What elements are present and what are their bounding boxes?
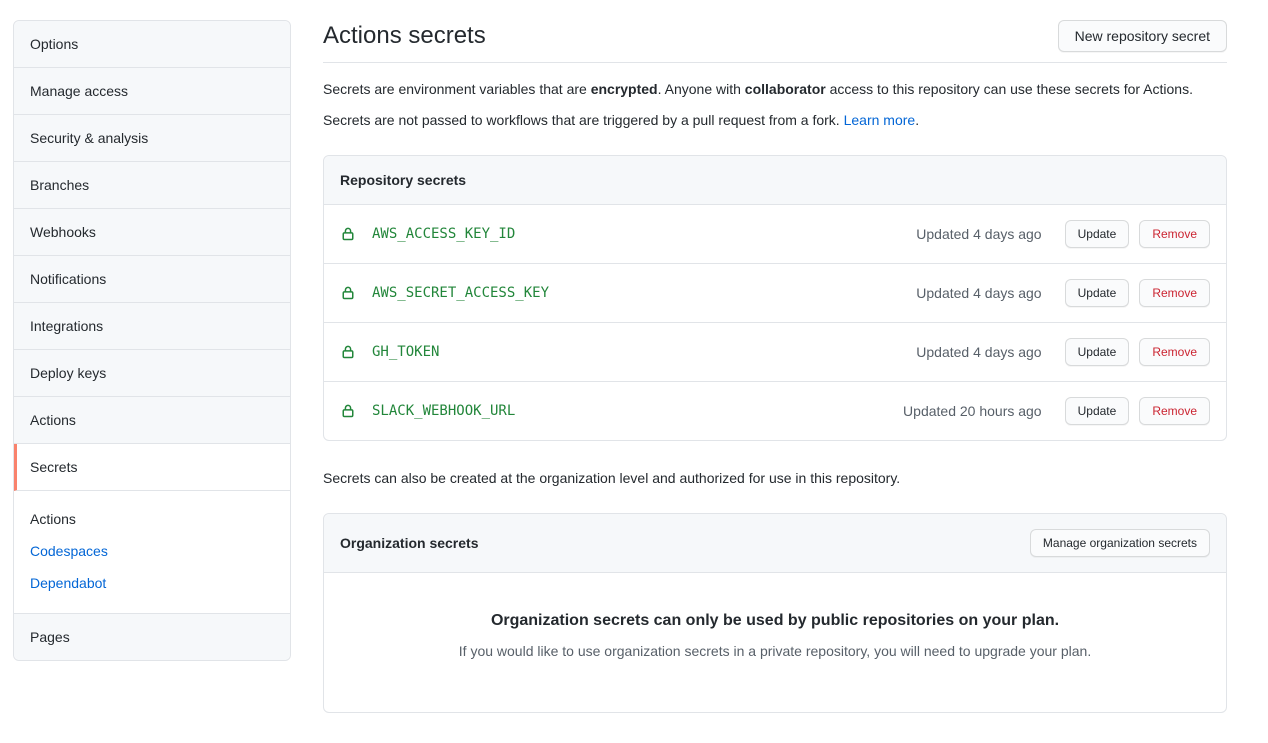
description-text: . Anyone with bbox=[658, 81, 745, 97]
organization-secrets-box: Organization secrets Manage organization… bbox=[323, 513, 1227, 713]
description-text: . bbox=[915, 112, 919, 128]
lock-icon bbox=[340, 344, 356, 360]
sidebar-item-security-analysis[interactable]: Security & analysis bbox=[14, 115, 290, 162]
learn-more-link[interactable]: Learn more bbox=[844, 112, 916, 128]
sidebar-item-notifications[interactable]: Notifications bbox=[14, 256, 290, 303]
description-bold-collaborator: collaborator bbox=[745, 81, 826, 97]
lock-icon bbox=[340, 226, 356, 242]
sidebar-item-branches[interactable]: Branches bbox=[14, 162, 290, 209]
page-header: Actions secrets New repository secret bbox=[323, 20, 1227, 63]
remove-secret-button[interactable]: Remove bbox=[1139, 397, 1210, 425]
lock-icon bbox=[340, 403, 356, 419]
remove-secret-button[interactable]: Remove bbox=[1139, 338, 1210, 366]
organization-secrets-header: Organization secrets Manage organization… bbox=[324, 514, 1226, 573]
description-text: Secrets are not passed to workflows that… bbox=[323, 112, 844, 128]
lock-icon bbox=[340, 285, 356, 301]
sidebar-item-webhooks[interactable]: Webhooks bbox=[14, 209, 290, 256]
subnav-item-actions[interactable]: Actions bbox=[30, 503, 274, 535]
description-text: Secrets are environment variables that a… bbox=[323, 81, 591, 97]
description-line-1: Secrets are environment variables that a… bbox=[323, 79, 1227, 100]
secret-name: SLACK_WEBHOOK_URL bbox=[372, 403, 515, 419]
sidebar-item-deploy-keys[interactable]: Deploy keys bbox=[14, 350, 290, 397]
update-secret-button[interactable]: Update bbox=[1065, 338, 1130, 366]
secret-row: SLACK_WEBHOOK_URL Updated 20 hours ago U… bbox=[324, 382, 1226, 440]
update-secret-button[interactable]: Update bbox=[1065, 397, 1130, 425]
sidebar-item-manage-access[interactable]: Manage access bbox=[14, 68, 290, 115]
description-text: access to this repository can use these … bbox=[826, 81, 1193, 97]
repository-secrets-title: Repository secrets bbox=[340, 170, 466, 190]
main-content: Actions secrets New repository secret Se… bbox=[323, 20, 1227, 713]
secret-row: AWS_ACCESS_KEY_ID Updated 4 days ago Upd… bbox=[324, 205, 1226, 264]
secret-name: GH_TOKEN bbox=[372, 344, 439, 360]
update-secret-button[interactable]: Update bbox=[1065, 220, 1130, 248]
description-bold-encrypted: encrypted bbox=[591, 81, 658, 97]
secret-updated: Updated 20 hours ago bbox=[903, 403, 1042, 419]
settings-sidebar: Options Manage access Security & analysi… bbox=[13, 20, 291, 661]
sidebar-item-pages[interactable]: Pages bbox=[14, 614, 290, 660]
repository-secrets-box: Repository secrets AWS_ACCESS_KEY_ID Upd… bbox=[323, 155, 1227, 441]
secret-updated: Updated 4 days ago bbox=[916, 226, 1041, 242]
sidebar-item-secrets[interactable]: Secrets bbox=[14, 444, 290, 491]
secret-updated: Updated 4 days ago bbox=[916, 344, 1041, 360]
org-secrets-note: Secrets can also be created at the organ… bbox=[323, 468, 1227, 489]
manage-organization-secrets-button[interactable]: Manage organization secrets bbox=[1030, 529, 1210, 557]
secrets-subnav: Actions Codespaces Dependabot bbox=[14, 491, 290, 614]
remove-secret-button[interactable]: Remove bbox=[1139, 279, 1210, 307]
page-description: Secrets are environment variables that a… bbox=[323, 79, 1227, 131]
empty-state-subtitle: If you would like to use organization se… bbox=[364, 641, 1186, 662]
remove-secret-button[interactable]: Remove bbox=[1139, 220, 1210, 248]
empty-state-title: Organization secrets can only be used by… bbox=[364, 609, 1186, 633]
sidebar-item-integrations[interactable]: Integrations bbox=[14, 303, 290, 350]
new-repository-secret-button[interactable]: New repository secret bbox=[1058, 20, 1227, 52]
secret-row: GH_TOKEN Updated 4 days ago Update Remov… bbox=[324, 323, 1226, 382]
repository-secrets-header: Repository secrets bbox=[324, 156, 1226, 205]
sidebar-item-actions[interactable]: Actions bbox=[14, 397, 290, 444]
secret-name: AWS_ACCESS_KEY_ID bbox=[372, 226, 515, 242]
organization-secrets-empty-state: Organization secrets can only be used by… bbox=[324, 573, 1226, 712]
page-title: Actions secrets bbox=[323, 20, 486, 52]
secret-row: AWS_SECRET_ACCESS_KEY Updated 4 days ago… bbox=[324, 264, 1226, 323]
subnav-item-codespaces[interactable]: Codespaces bbox=[30, 535, 274, 567]
organization-secrets-title: Organization secrets bbox=[340, 533, 479, 553]
subnav-item-dependabot[interactable]: Dependabot bbox=[30, 567, 274, 599]
update-secret-button[interactable]: Update bbox=[1065, 279, 1130, 307]
secret-name: AWS_SECRET_ACCESS_KEY bbox=[372, 285, 549, 301]
secret-updated: Updated 4 days ago bbox=[916, 285, 1041, 301]
description-line-2: Secrets are not passed to workflows that… bbox=[323, 110, 1227, 131]
sidebar-item-options[interactable]: Options bbox=[14, 21, 290, 68]
